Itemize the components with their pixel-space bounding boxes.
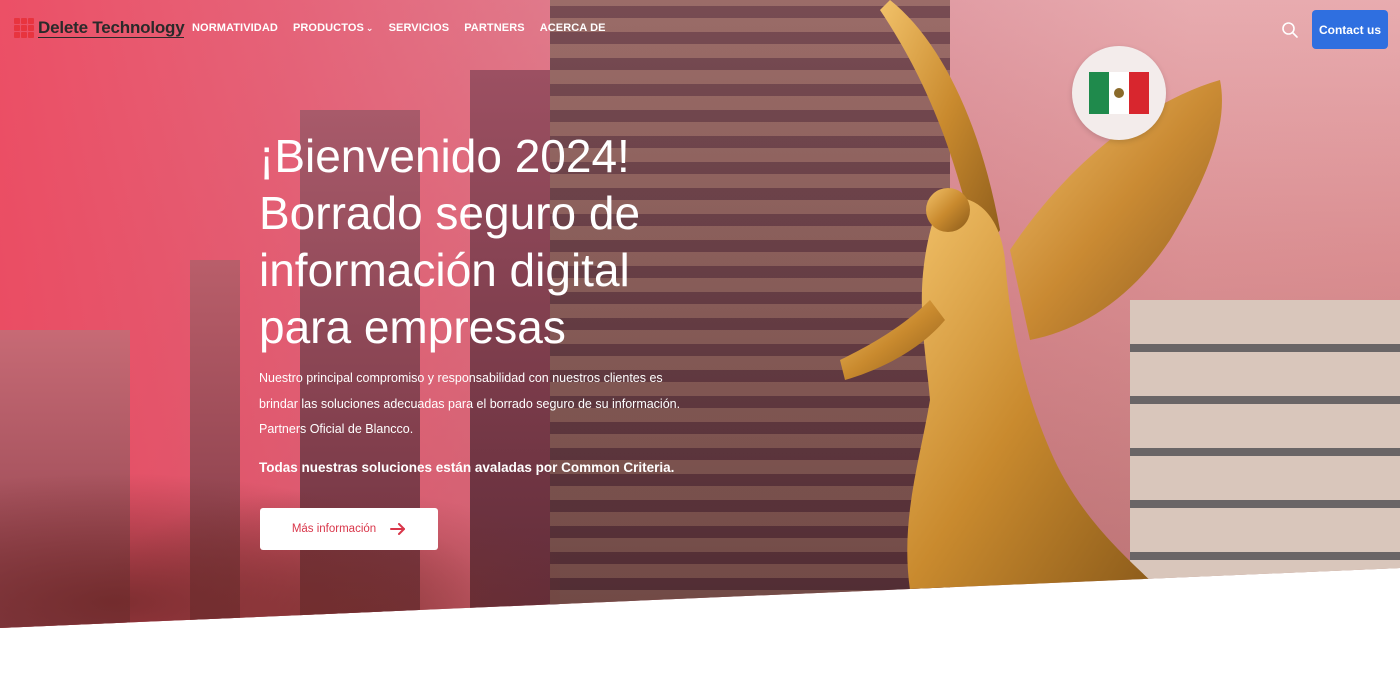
hero-title: ¡Bienvenido 2024! Borrado seguro de info… [259,128,679,356]
hero-description: Nuestro principal compromiso y responsab… [259,371,681,436]
nav-label: PRODUCTOS [292,22,364,34]
hero-title-line: Borrado seguro de [259,187,641,239]
hero-title-line: información digital [259,244,630,296]
site-header: Delete Technology NORMATIVIDAD PRODUCTOS… [0,0,1400,60]
nav-label: SERVICIOS [388,22,450,34]
contact-us-button[interactable]: Contact us [1312,10,1388,49]
hero-emphasis: Todas nuestras soluciones están avaladas… [259,460,675,475]
brand-logo[interactable]: Delete Technology [14,17,185,38]
logo-mark-icon [14,18,34,38]
nav-item-partners[interactable]: PARTNERS [464,22,525,34]
hero-title-line: ¡Bienvenido 2024! [259,130,630,182]
nav-item-normatividad[interactable]: NORMATIVIDAD [192,22,278,34]
brand-name: Delete Technology [38,17,185,38]
nav-item-acerca-de[interactable]: ACERCA DE [540,22,606,34]
nav-item-servicios[interactable]: SERVICIOS [389,22,450,34]
more-info-button[interactable]: Más información [260,508,438,550]
mexico-flag-icon [1089,72,1149,114]
more-info-label: Más información [291,523,377,535]
nav-item-productos[interactable]: PRODUCTOS ⌄ [293,22,374,34]
chevron-down-icon: ⌄ [365,23,374,33]
arrow-right-icon [390,523,406,535]
nav-label: PARTNERS [464,22,525,34]
angel-statue-image [840,0,1222,590]
main-nav: NORMATIVIDAD PRODUCTOS ⌄ SERVICIOS PARTNE… [192,22,621,34]
hero-title-line: para empresas [259,301,566,353]
hero-background [0,0,1400,628]
flag-badge [1072,46,1166,140]
nav-label: ACERCA DE [539,22,606,34]
nav-label: NORMATIVIDAD [192,22,278,34]
search-icon[interactable] [1281,21,1299,39]
